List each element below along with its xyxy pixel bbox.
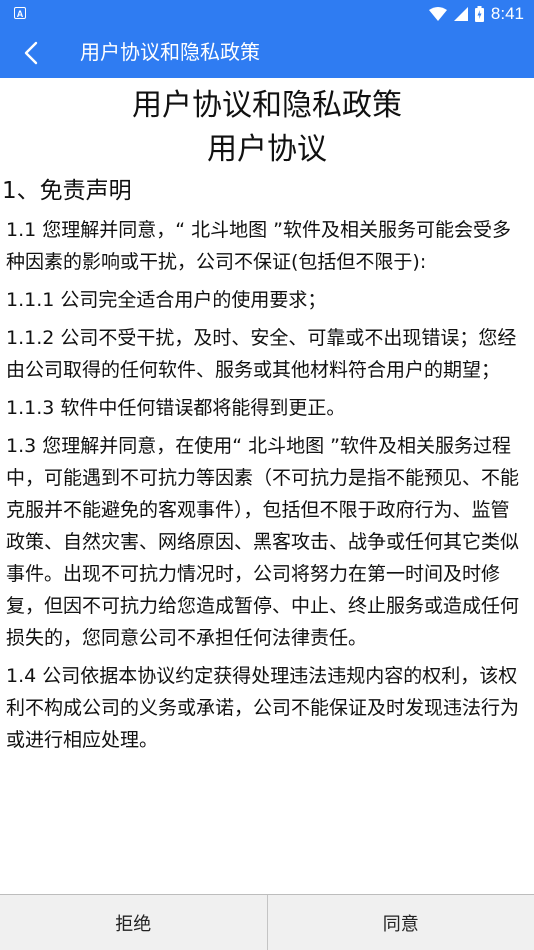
wifi-icon (428, 6, 447, 21)
battery-icon (474, 5, 484, 22)
status-icons: 8:41 (428, 0, 524, 27)
agree-button[interactable]: 同意 (268, 895, 534, 950)
status-time: 8:41 (490, 4, 524, 23)
back-button[interactable] (0, 27, 62, 78)
document-subtitle: 用户协议 (207, 132, 327, 167)
paragraph-1-1-3: 1.1.3 软件中任何错误都将能得到更正。 (6, 397, 346, 419)
app-bar-title: 用户协议和隐私政策 (80, 40, 260, 64)
paragraph-1-1-1: 1.1.1 公司完全适合用户的使用要求； (6, 289, 327, 311)
paragraph-1-1: 1.1 您理解并同意，“ 北斗地图 ”软件及相关服务可能会受多种因素的影响或干扰… (6, 219, 512, 273)
paragraph-1-3: 1.3 您理解并同意，在使用“ 北斗地图 ”软件及相关服务过程中，可能遇到不可抗… (6, 435, 520, 649)
section-heading: 1、免责声明 (2, 178, 132, 204)
bottom-action-bar: 拒绝 同意 (0, 894, 534, 950)
paragraph-1-1-2: 1.1.2 公司不受干扰，及时、安全、可靠或不出现错误；您经由公司取得的任何软件… (6, 327, 517, 381)
notification-icon: A (14, 7, 26, 19)
paragraph-1-4: 1.4 公司依据本协议约定获得处理违法违规内容的权利，该权利不构成公司的义务或承… (6, 665, 520, 751)
reject-button[interactable]: 拒绝 (0, 895, 267, 950)
document-title: 用户协议和隐私政策 (132, 88, 402, 123)
chevron-left-icon (24, 41, 38, 64)
agreement-content[interactable]: 用户协议和隐私政策 用户协议 1、免责声明 1.1 您理解并同意，“ 北斗地图 … (0, 78, 534, 894)
status-bar: A 8:41 (0, 0, 534, 27)
signal-icon (453, 6, 468, 21)
app-bar: 用户协议和隐私政策 (0, 27, 534, 78)
